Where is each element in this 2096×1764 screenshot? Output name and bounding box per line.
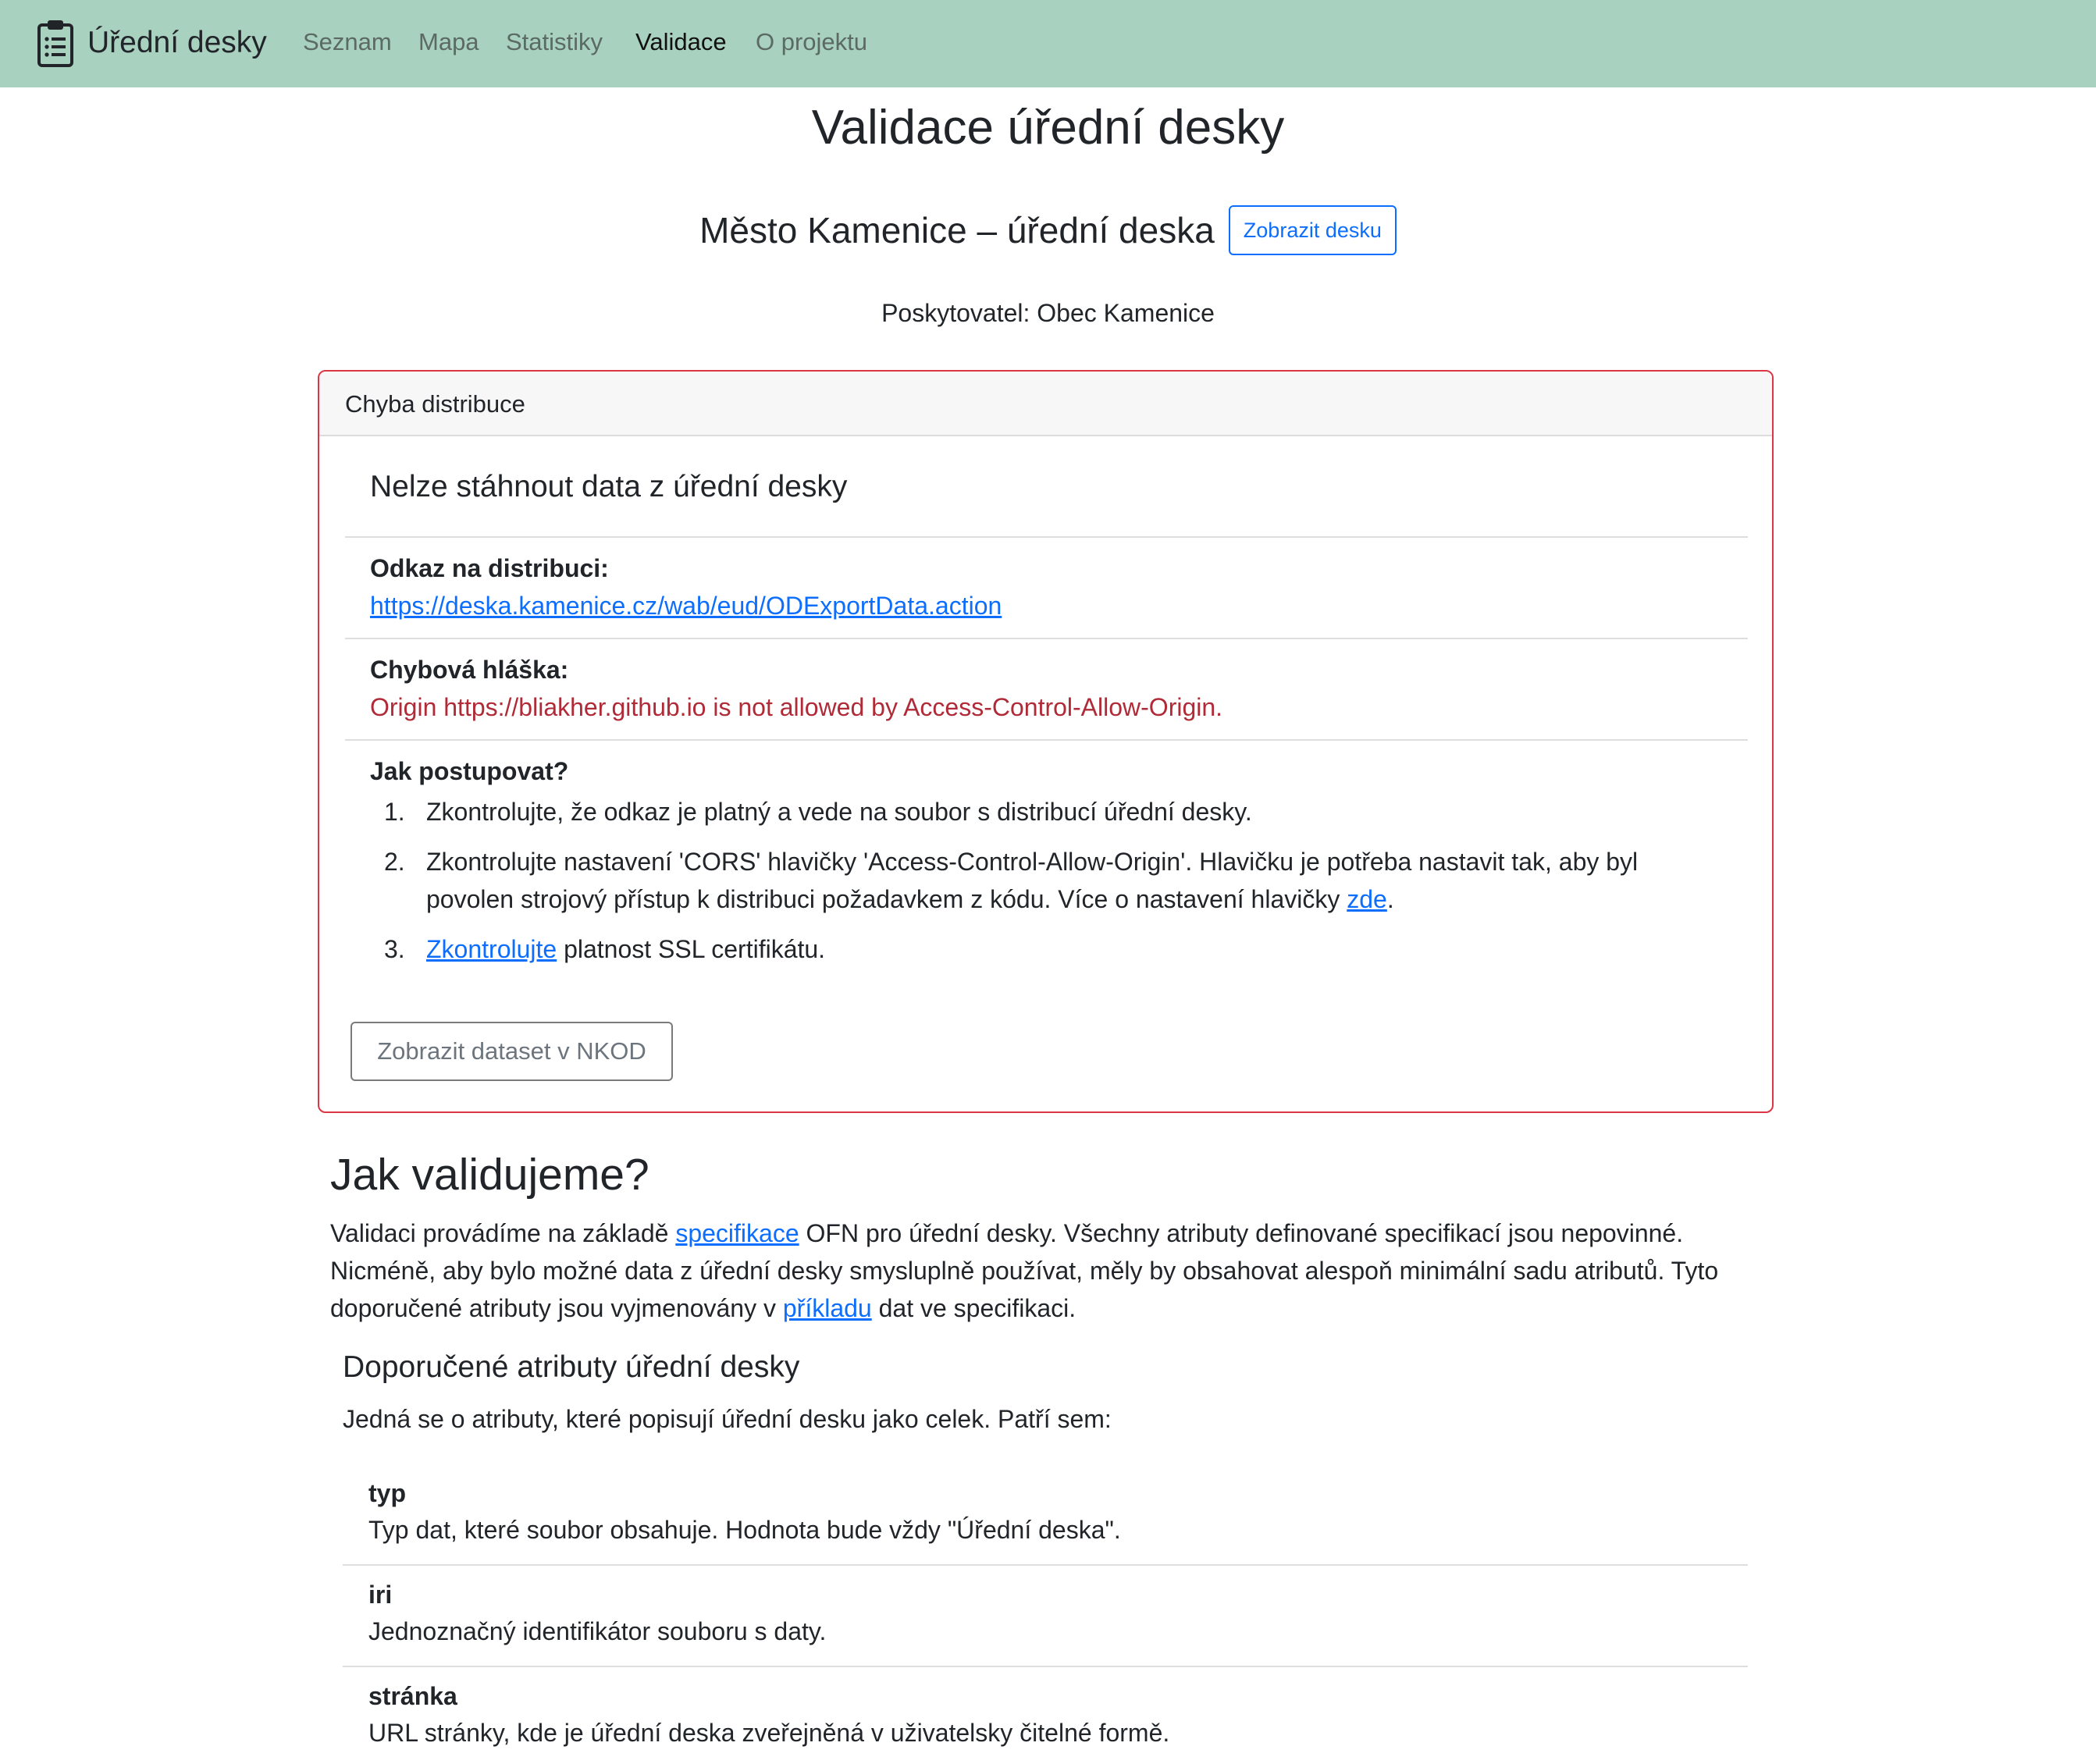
brand-link[interactable]: Úřední desky <box>36 19 267 67</box>
attribute-description: Typ dat, které soubor obsahuje. Hodnota … <box>368 1516 1121 1544</box>
error-message-label: Chybová hláška: <box>370 656 569 684</box>
divider <box>345 739 1748 741</box>
nav-item-validace[interactable]: Validace <box>635 28 727 56</box>
divider <box>345 536 1748 538</box>
desk-title-row: Město Kamenice – úřední deska Zobrazit d… <box>0 205 2096 255</box>
paragraph-text: Validaci provádíme na základě <box>330 1219 669 1247</box>
list-item: iri Jednoznačný identifikátor souboru s … <box>368 1581 826 1646</box>
attribute-description: URL stránky, kde je úřední deska zveřejn… <box>368 1719 1170 1747</box>
attribute-name: stránka <box>368 1682 457 1710</box>
error-message: Origin https://bliakher.github.io is not… <box>370 693 1223 721</box>
step-text: Zkontrolujte, že odkaz je platný a vede … <box>426 798 1252 826</box>
card-title: Nelze stáhnout data z úřední desky <box>370 470 848 503</box>
recommended-attributes-heading: Doporučené atributy úřední desky <box>343 1350 800 1384</box>
distribution-error-card: Chyba distribuce Nelze stáhnout data z ú… <box>318 370 1774 1113</box>
steps-list: 1. Zkontrolujte, že odkaz je platný a ved… <box>370 793 1713 980</box>
list-item: stránka URL stránky, kde je úřední deska… <box>368 1682 1169 1748</box>
nav-item-mapa[interactable]: Mapa <box>418 28 479 56</box>
distribution-link[interactable]: https://deska.kamenice.cz/wab/eud/ODExpo… <box>370 592 1002 621</box>
example-link[interactable]: příkladu <box>783 1294 872 1322</box>
attribute-description: Jednoznačný identifikátor souboru s daty… <box>368 1617 827 1645</box>
steps-label: Jak postupovat? <box>370 757 569 785</box>
paragraph-text: dat ve specifikaci. <box>878 1294 1076 1322</box>
list-item: 1. Zkontrolujte, že odkaz je platný a ved… <box>384 798 1252 826</box>
validation-heading: Jak validujeme? <box>330 1150 649 1200</box>
step-text: platnost SSL certifikátu. <box>564 935 826 963</box>
divider <box>343 1666 1748 1667</box>
attribute-name: iri <box>368 1581 393 1609</box>
divider <box>345 638 1748 639</box>
distribution-link-label: Odkaz na distribuci: <box>370 554 609 582</box>
list-item: 3. Zkontrolujte platnost SSL certifikátu. <box>384 935 826 963</box>
ssl-check-link[interactable]: Zkontrolujte <box>426 935 557 963</box>
desk-title: Město Kamenice – úřední deska <box>699 210 1215 251</box>
list-item: typ Typ dat, které soubor obsahuje. Hodn… <box>368 1479 1121 1545</box>
nav-item-o-projektu[interactable]: O projektu <box>756 28 867 56</box>
specification-link[interactable]: specifikace <box>675 1219 799 1247</box>
nav-item-seznam[interactable]: Seznam <box>303 28 392 56</box>
validation-paragraph: Validaci provádíme na základě specifikac… <box>330 1215 1767 1327</box>
attribute-name: typ <box>368 1479 406 1507</box>
attributes-intro: Jedná se o atributy, které popisují úřed… <box>343 1405 1112 1433</box>
show-desk-button[interactable]: Zobrazit desku <box>1228 205 1397 255</box>
navbar: Úřední desky Seznam Mapa Statistiky Vali… <box>0 0 2096 87</box>
card-header: Chyba distribuce <box>319 372 1772 436</box>
nav-item-statistiky[interactable]: Statistiky <box>506 28 603 56</box>
brand-name: Úřední desky <box>87 26 267 59</box>
step-text: Zkontrolujte nastavení 'CORS' hlavičky '… <box>426 848 1639 913</box>
page-title: Validace úřední desky <box>811 101 1285 155</box>
list-item: 2. Zkontrolujte nastavení 'CORS' hlavičky… <box>384 848 1639 913</box>
clipboard-icon <box>37 20 73 67</box>
provider-text: Poskytovatel: Obec Kamenice <box>881 299 1215 327</box>
divider <box>343 1564 1748 1566</box>
cors-help-link[interactable]: zde <box>1347 885 1387 913</box>
show-nkod-dataset-button[interactable]: Zobrazit dataset v NKOD <box>351 1022 673 1081</box>
